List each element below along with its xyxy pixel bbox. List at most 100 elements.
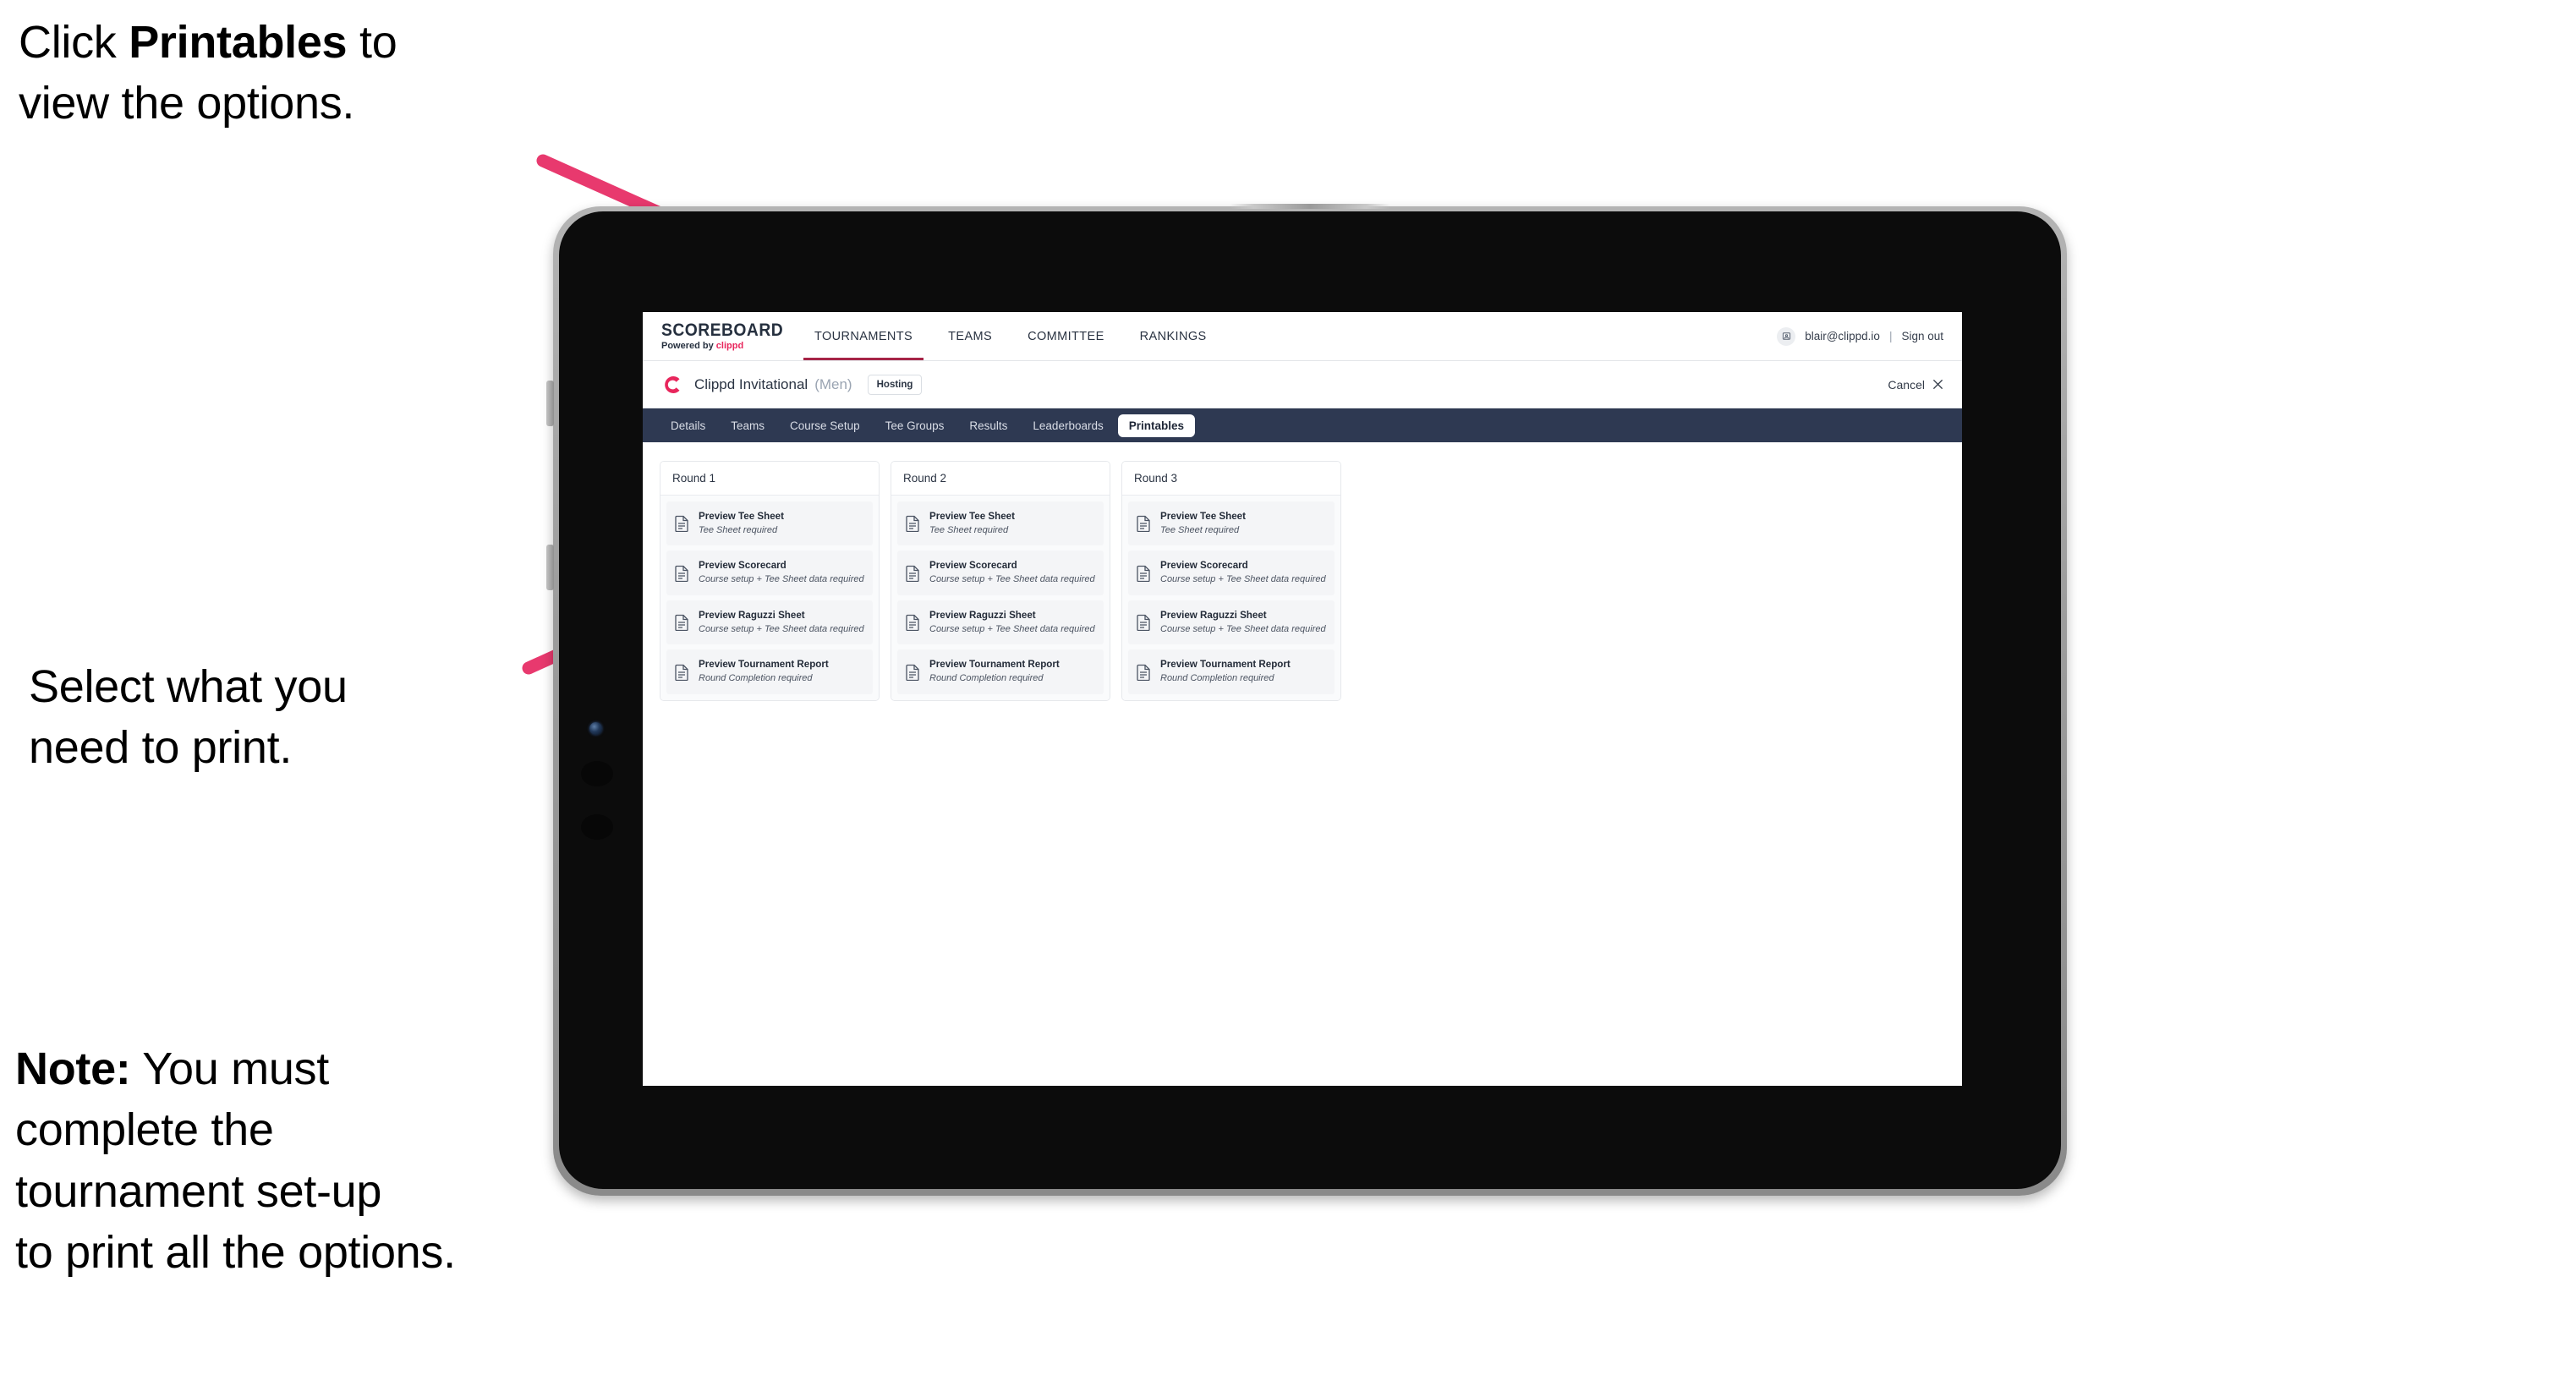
printable-requirement: Round Completion required xyxy=(929,672,1044,683)
tab-details[interactable]: Details xyxy=(660,414,716,437)
powered-by-text: Powered by xyxy=(661,341,716,351)
document-icon xyxy=(675,516,688,533)
printable-title: Preview Scorecard xyxy=(1160,560,1248,572)
printable-tee-sheet[interactable]: Preview Tee Sheet Tee Sheet required xyxy=(666,501,873,546)
round-card: Round 2 Preview Tee Sheet Tee Sheet requ… xyxy=(891,461,1110,701)
printable-text: Preview Scorecard Course setup + Tee She… xyxy=(699,560,864,585)
printable-title: Preview Tournament Report xyxy=(699,659,829,671)
printable-requirement: Course setup + Tee Sheet data required xyxy=(929,574,1095,585)
printable-requirement: Course setup + Tee Sheet data required xyxy=(1160,623,1326,634)
nav-item-committee[interactable]: COMMITTEE xyxy=(1010,312,1122,360)
printable-raguzzi-sheet[interactable]: Preview Raguzzi Sheet Course setup + Tee… xyxy=(1128,600,1335,645)
scoreboard-logo[interactable]: SCOREBOARD Powered by clippd xyxy=(643,321,785,351)
printable-raguzzi-sheet[interactable]: Preview Raguzzi Sheet Course setup + Tee… xyxy=(897,600,1104,645)
account-area: blair@clippd.io | Sign out xyxy=(1777,326,1962,346)
printable-requirement: Tee Sheet required xyxy=(699,524,778,535)
tablet-bezel: SCOREBOARD Powered by clippd TOURNAMENTS… xyxy=(559,211,2061,1189)
cancel-label: Cancel xyxy=(1888,377,1925,392)
document-icon xyxy=(1137,516,1150,533)
printable-requirement: Tee Sheet required xyxy=(1160,524,1240,535)
round-items: Preview Tee Sheet Tee Sheet required Pre… xyxy=(891,496,1110,700)
printable-text: Preview Raguzzi Sheet Course setup + Tee… xyxy=(699,610,864,635)
printable-tee-sheet[interactable]: Preview Tee Sheet Tee Sheet required xyxy=(897,501,1104,546)
printable-title: Preview Tee Sheet xyxy=(699,511,784,522)
tab-results[interactable]: Results xyxy=(958,414,1018,437)
printable-text: Preview Raguzzi Sheet Course setup + Tee… xyxy=(929,610,1095,635)
app-topbar: SCOREBOARD Powered by clippd TOURNAMENTS… xyxy=(643,312,1962,361)
printable-requirement: Tee Sheet required xyxy=(929,524,1009,535)
annotation-select-print: Select what you need to print. xyxy=(29,661,348,774)
printable-text: Preview Raguzzi Sheet Course setup + Tee… xyxy=(1160,610,1326,635)
nav-item-rankings[interactable]: RANKINGS xyxy=(1122,312,1225,360)
primary-nav: TOURNAMENTS TEAMS COMMITTEE RANKINGS xyxy=(797,312,1225,360)
printable-title: Preview Scorecard xyxy=(699,560,787,572)
volume-up-button[interactable] xyxy=(546,381,554,426)
printable-requirement: Course setup + Tee Sheet data required xyxy=(699,623,864,634)
printable-title: Preview Tee Sheet xyxy=(929,511,1015,522)
bezel-dot-upper xyxy=(581,761,613,786)
printable-requirement: Course setup + Tee Sheet data required xyxy=(1160,574,1326,585)
document-icon xyxy=(906,664,919,681)
printable-scorecard[interactable]: Preview Scorecard Course setup + Tee She… xyxy=(897,551,1104,595)
nav-item-teams[interactable]: TEAMS xyxy=(930,312,1010,360)
user-avatar-icon[interactable] xyxy=(1777,326,1796,346)
volume-down-button[interactable] xyxy=(546,545,554,590)
printable-title: Preview Tournament Report xyxy=(929,659,1060,671)
document-icon xyxy=(675,664,688,681)
printable-title: Preview Raguzzi Sheet xyxy=(929,609,1036,621)
annotation-click-lead: Click xyxy=(19,17,129,68)
nav-item-tournaments[interactable]: TOURNAMENTS xyxy=(797,312,930,360)
tab-leaderboards[interactable]: Leaderboards xyxy=(1022,414,1114,437)
tablet-device: SCOREBOARD Powered by clippd TOURNAMENTS… xyxy=(546,204,2067,1196)
printable-requirement: Course setup + Tee Sheet data required xyxy=(699,574,864,585)
app-screen: SCOREBOARD Powered by clippd TOURNAMENTS… xyxy=(643,312,1962,1086)
round-items: Preview Tee Sheet Tee Sheet required Pre… xyxy=(660,496,879,700)
brand-tagline: Powered by clippd xyxy=(661,342,785,351)
printable-title: Preview Raguzzi Sheet xyxy=(1160,609,1267,621)
bezel-dot-lower xyxy=(581,814,613,840)
annotation-click-bold: Printables xyxy=(129,17,348,68)
annotation-click-printables: Click Printables to view the options. xyxy=(19,12,577,134)
tab-tee-groups[interactable]: Tee Groups xyxy=(874,414,956,437)
event-title: Clippd Invitational xyxy=(694,375,808,392)
printable-title: Preview Tournament Report xyxy=(1160,659,1291,671)
printable-tee-sheet[interactable]: Preview Tee Sheet Tee Sheet required xyxy=(1128,501,1335,546)
sign-out-button[interactable]: Sign out xyxy=(1901,330,1943,342)
document-icon xyxy=(675,565,688,582)
printable-title: Preview Raguzzi Sheet xyxy=(699,609,805,621)
printable-scorecard[interactable]: Preview Scorecard Course setup + Tee She… xyxy=(1128,551,1335,595)
section-tabbar: Details Teams Course Setup Tee Groups Re… xyxy=(643,408,1962,442)
document-icon xyxy=(1137,664,1150,681)
printable-tournament-report[interactable]: Preview Tournament Report Round Completi… xyxy=(1128,649,1335,694)
printable-requirement: Round Completion required xyxy=(699,672,813,683)
round-title: Round 1 xyxy=(660,462,879,496)
round-title: Round 2 xyxy=(891,462,1110,496)
tab-teams[interactable]: Teams xyxy=(720,414,776,437)
account-separator: | xyxy=(1888,330,1893,342)
printable-text: Preview Tee Sheet Tee Sheet required xyxy=(699,511,784,536)
printable-tournament-report[interactable]: Preview Tournament Report Round Completi… xyxy=(666,649,873,694)
annotation-note-bold: Note: xyxy=(15,1044,131,1094)
tab-course-setup[interactable]: Course Setup xyxy=(779,414,871,437)
printable-text: Preview Tournament Report Round Completi… xyxy=(699,659,829,684)
clippd-c-logo-icon xyxy=(661,374,683,396)
event-header: Clippd Invitational (Men) Hosting Cancel xyxy=(643,361,1962,408)
printable-text: Preview Scorecard Course setup + Tee She… xyxy=(1160,560,1326,585)
printable-requirement: Course setup + Tee Sheet data required xyxy=(929,623,1095,634)
document-icon xyxy=(906,516,919,533)
front-camera-icon xyxy=(589,722,602,735)
status-badge[interactable]: Hosting xyxy=(867,374,923,395)
clippd-wordmark: clippd xyxy=(715,341,744,351)
printable-title: Preview Scorecard xyxy=(929,560,1017,572)
document-icon xyxy=(906,565,919,582)
round-items: Preview Tee Sheet Tee Sheet required Pre… xyxy=(1122,496,1340,700)
document-icon xyxy=(906,614,919,632)
printable-text: Preview Tee Sheet Tee Sheet required xyxy=(929,511,1015,536)
event-gender-label: (Men) xyxy=(814,375,852,392)
printable-tournament-report[interactable]: Preview Tournament Report Round Completi… xyxy=(897,649,1104,694)
printable-scorecard[interactable]: Preview Scorecard Course setup + Tee She… xyxy=(666,551,873,595)
tab-printables[interactable]: Printables xyxy=(1117,414,1196,437)
cancel-button[interactable]: Cancel xyxy=(1888,378,1943,392)
printable-raguzzi-sheet[interactable]: Preview Raguzzi Sheet Course setup + Tee… xyxy=(666,600,873,645)
printable-text: Preview Tournament Report Round Completi… xyxy=(1160,659,1291,684)
